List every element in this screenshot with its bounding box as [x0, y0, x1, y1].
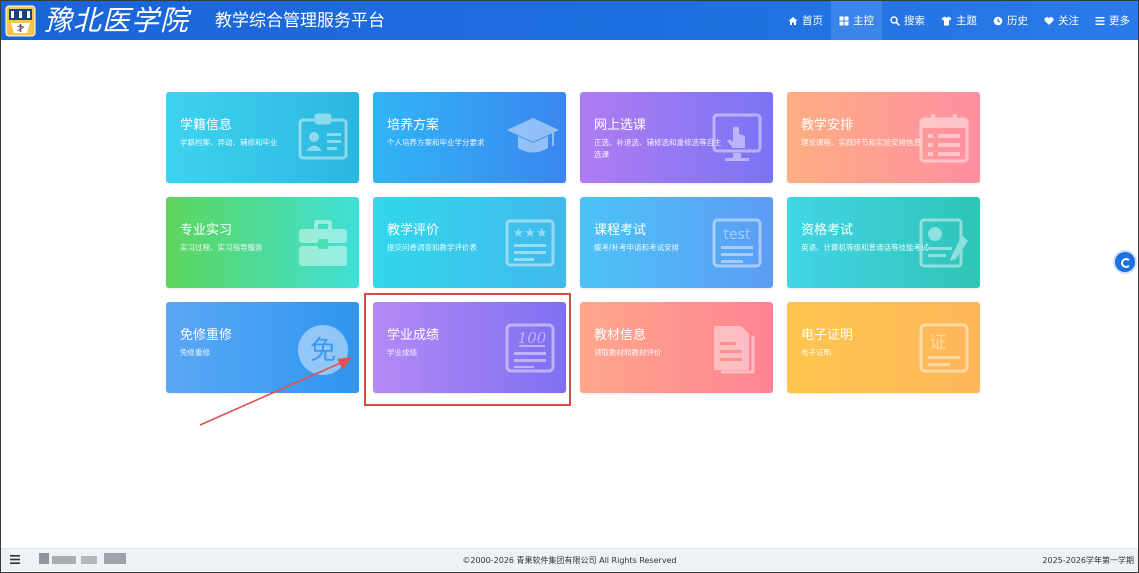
tile-title: 专业实习: [180, 223, 233, 238]
graduation-cap-icon: [507, 118, 559, 153]
school-name: 豫北医学院: [44, 4, 190, 37]
tile-desc: 电子证明: [801, 348, 831, 357]
copyright-text: ©2000-2026 青果软件集团有限公司 All Rights Reserve…: [462, 556, 677, 565]
heart-icon: [1044, 16, 1054, 25]
tile-desc: 领取教材和教材评价: [594, 348, 662, 357]
id-card-icon: [298, 113, 348, 160]
tile-training-plan[interactable]: 培养方案 个人培养方案和毕业学分要求: [373, 92, 566, 183]
nav-search[interactable]: 搜索: [882, 1, 933, 40]
tile-desc: 缓考/补考申请和考试安排: [594, 243, 680, 252]
tile-desc: 正选、补退选、辅修选和重修选等自主选课: [594, 138, 722, 159]
clock-icon: [993, 16, 1003, 25]
search-icon: [890, 15, 900, 26]
svg-text:test: test: [724, 227, 751, 243]
tile-e-certificate[interactable]: 电子证明 电子证明 证: [787, 302, 980, 393]
tile-desc: 提交问卷调查和教学评价表: [387, 243, 477, 252]
tile-qualification-exams[interactable]: 资格考试 英语、计算机等级和普通话等技能考试: [787, 197, 980, 288]
header-bar: 豫北医学院 教学综合管理服务平台 首页 主控 搜索 主题 历史 关注 更多: [1, 1, 1138, 40]
nav-follow[interactable]: 关注: [1036, 1, 1087, 40]
tile-desc: 英语、计算机等级和普通话等技能考试: [801, 243, 929, 252]
tile-title: 教学安排: [801, 118, 854, 133]
nav-history[interactable]: 历史: [985, 1, 1036, 40]
tile-student-status[interactable]: 学籍信息 学籍档案、异动、辅修和毕业: [166, 92, 359, 183]
nav-label: 更多: [1109, 15, 1130, 27]
calendar-icon: [919, 114, 969, 163]
toolbox-icon: [299, 220, 347, 266]
nav-theme[interactable]: 主题: [933, 1, 985, 40]
nav-label: 首页: [802, 15, 823, 27]
tile-desc: 学籍档案、异动、辅修和毕业: [180, 138, 278, 147]
tile-teaching-evaluation[interactable]: 教学评价 提交问卷调查和教学评价表 ★★★: [373, 197, 566, 288]
highlight-annotation-box: [364, 293, 571, 406]
tile-title: 电子证明: [801, 328, 854, 343]
annotation-arrow: [199, 357, 352, 426]
rating-icon: ★★★: [505, 219, 555, 267]
shirt-icon: [941, 16, 952, 25]
footer-bar: ©2000-2026 青果软件集团有限公司 All Rights Reserve…: [1, 548, 1138, 571]
floating-assistant-button[interactable]: [1115, 252, 1135, 272]
tile-desc: 实习过程、实习指导服务: [180, 243, 263, 252]
tile-title: 网上选课: [594, 118, 647, 133]
nav-label: 历史: [1007, 15, 1028, 27]
tile-title: 教材信息: [594, 328, 647, 343]
textbook-icon: [714, 326, 755, 374]
platform-title: 教学综合管理服务平台: [215, 11, 385, 31]
tile-textbook-info[interactable]: 教材信息 领取教材和教材评价: [580, 302, 773, 393]
e-certificate-icon: 证: [919, 323, 969, 373]
home-icon: [788, 16, 798, 25]
tile-title: 学籍信息: [180, 118, 233, 133]
tile-teaching-arrangement[interactable]: 教学安排 理论课程、实践环节和实验安排信息: [787, 92, 980, 183]
nav-label: 主题: [956, 15, 977, 27]
tile-title: 免修重修: [180, 328, 233, 343]
test-paper-icon: test: [712, 218, 762, 268]
tile-online-course-selection[interactable]: 网上选课 正选、补退选、辅修选和重修选等自主选课: [580, 92, 773, 183]
tile-title: 资格考试: [801, 223, 854, 238]
certificate-icon: [919, 218, 968, 268]
nav-label: 关注: [1058, 15, 1079, 27]
tile-title: 教学评价: [387, 223, 440, 238]
svg-text:证: 证: [930, 333, 947, 353]
nav-main-control[interactable]: 主控: [831, 1, 882, 40]
nav-home[interactable]: 首页: [780, 1, 831, 40]
tile-desc: 个人培养方案和毕业学分要求: [387, 138, 485, 147]
top-nav: 首页 主控 搜索 主题 历史 关注 更多: [780, 1, 1138, 40]
touch-screen-icon: [712, 113, 762, 161]
svg-text:★★★: ★★★: [513, 226, 548, 241]
tile-title: 培养方案: [387, 118, 440, 133]
grid-icon: [839, 16, 849, 25]
nav-label: 搜索: [904, 15, 925, 27]
school-logo: [5, 5, 36, 37]
nav-label: 主控: [853, 15, 874, 27]
tile-course-exams[interactable]: 课程考试 缓考/补考申请和考试安排 test: [580, 197, 773, 288]
menu-icon: [1095, 16, 1105, 25]
tile-desc: 理论课程、实践环节和实验安排信息: [801, 138, 921, 147]
tile-title: 课程考试: [594, 223, 647, 238]
nav-more[interactable]: 更多: [1087, 1, 1138, 40]
tile-professional-internship[interactable]: 专业实习 实习过程、实习指导服务: [166, 197, 359, 288]
academic-term: 2025-2026学年第一学期: [1042, 556, 1134, 565]
